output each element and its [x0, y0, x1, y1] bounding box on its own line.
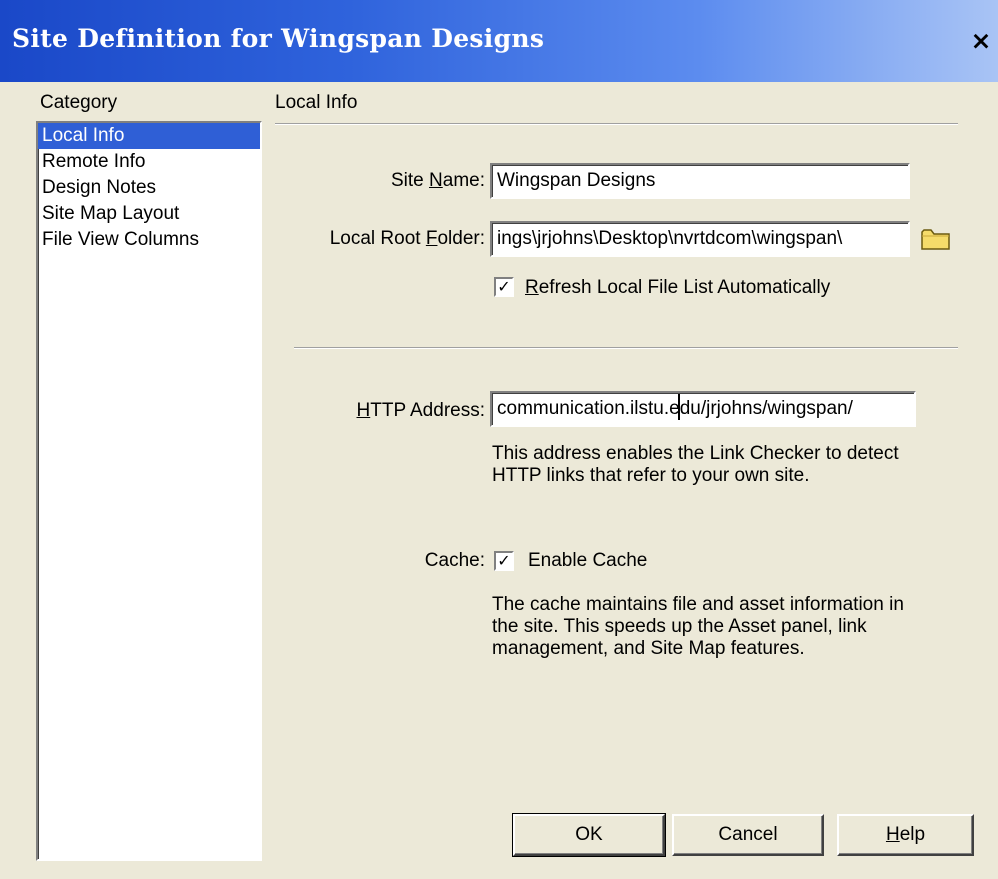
enable-cache-label: Enable Cache: [528, 550, 648, 571]
local-root-folder-field[interactable]: [490, 221, 910, 257]
refresh-checkbox[interactable]: ✓: [494, 277, 514, 297]
checkmark-icon: ✓: [497, 277, 511, 296]
category-item-design-notes[interactable]: Design Notes: [38, 175, 260, 201]
category-item-site-map-layout[interactable]: Site Map Layout: [38, 201, 260, 227]
site-name-field[interactable]: [490, 163, 910, 199]
category-item-remote-info[interactable]: Remote Info: [38, 149, 260, 175]
cancel-button[interactable]: Cancel: [672, 814, 824, 856]
section-heading: Local Info: [275, 92, 358, 113]
refresh-label: Refresh Local File List Automatically: [525, 277, 831, 298]
close-button[interactable]: ×: [966, 24, 996, 58]
divider: [294, 347, 958, 349]
folder-icon[interactable]: [920, 226, 952, 257]
cache-note: The cache maintains file and asset infor…: [492, 594, 904, 659]
http-address-note: This address enables the Link Checker to…: [492, 443, 899, 486]
help-button[interactable]: Help: [837, 814, 974, 856]
window-title: Site Definition for Wingspan Designs: [12, 24, 545, 53]
category-item-file-view-columns[interactable]: File View Columns: [38, 227, 260, 253]
title-bar[interactable]: Site Definition for Wingspan Designs ×: [0, 0, 998, 82]
http-address-field[interactable]: [490, 391, 916, 427]
cache-label: Cache:: [424, 550, 485, 571]
text-cursor: [678, 394, 680, 420]
local-root-folder-label: Local Root Folder:: [329, 228, 485, 249]
section-divider: [275, 123, 958, 125]
category-heading: Category: [40, 92, 118, 113]
http-address-label: HTTP Address:: [356, 400, 486, 421]
checkmark-icon: ✓: [497, 551, 511, 570]
ok-button[interactable]: OK: [512, 813, 666, 857]
category-item-local-info[interactable]: Local Info: [38, 123, 260, 149]
category-list[interactable]: Local Info Remote Info Design Notes Site…: [36, 121, 262, 861]
enable-cache-checkbox[interactable]: ✓: [494, 551, 514, 571]
site-name-label: Site Name:: [390, 170, 485, 191]
